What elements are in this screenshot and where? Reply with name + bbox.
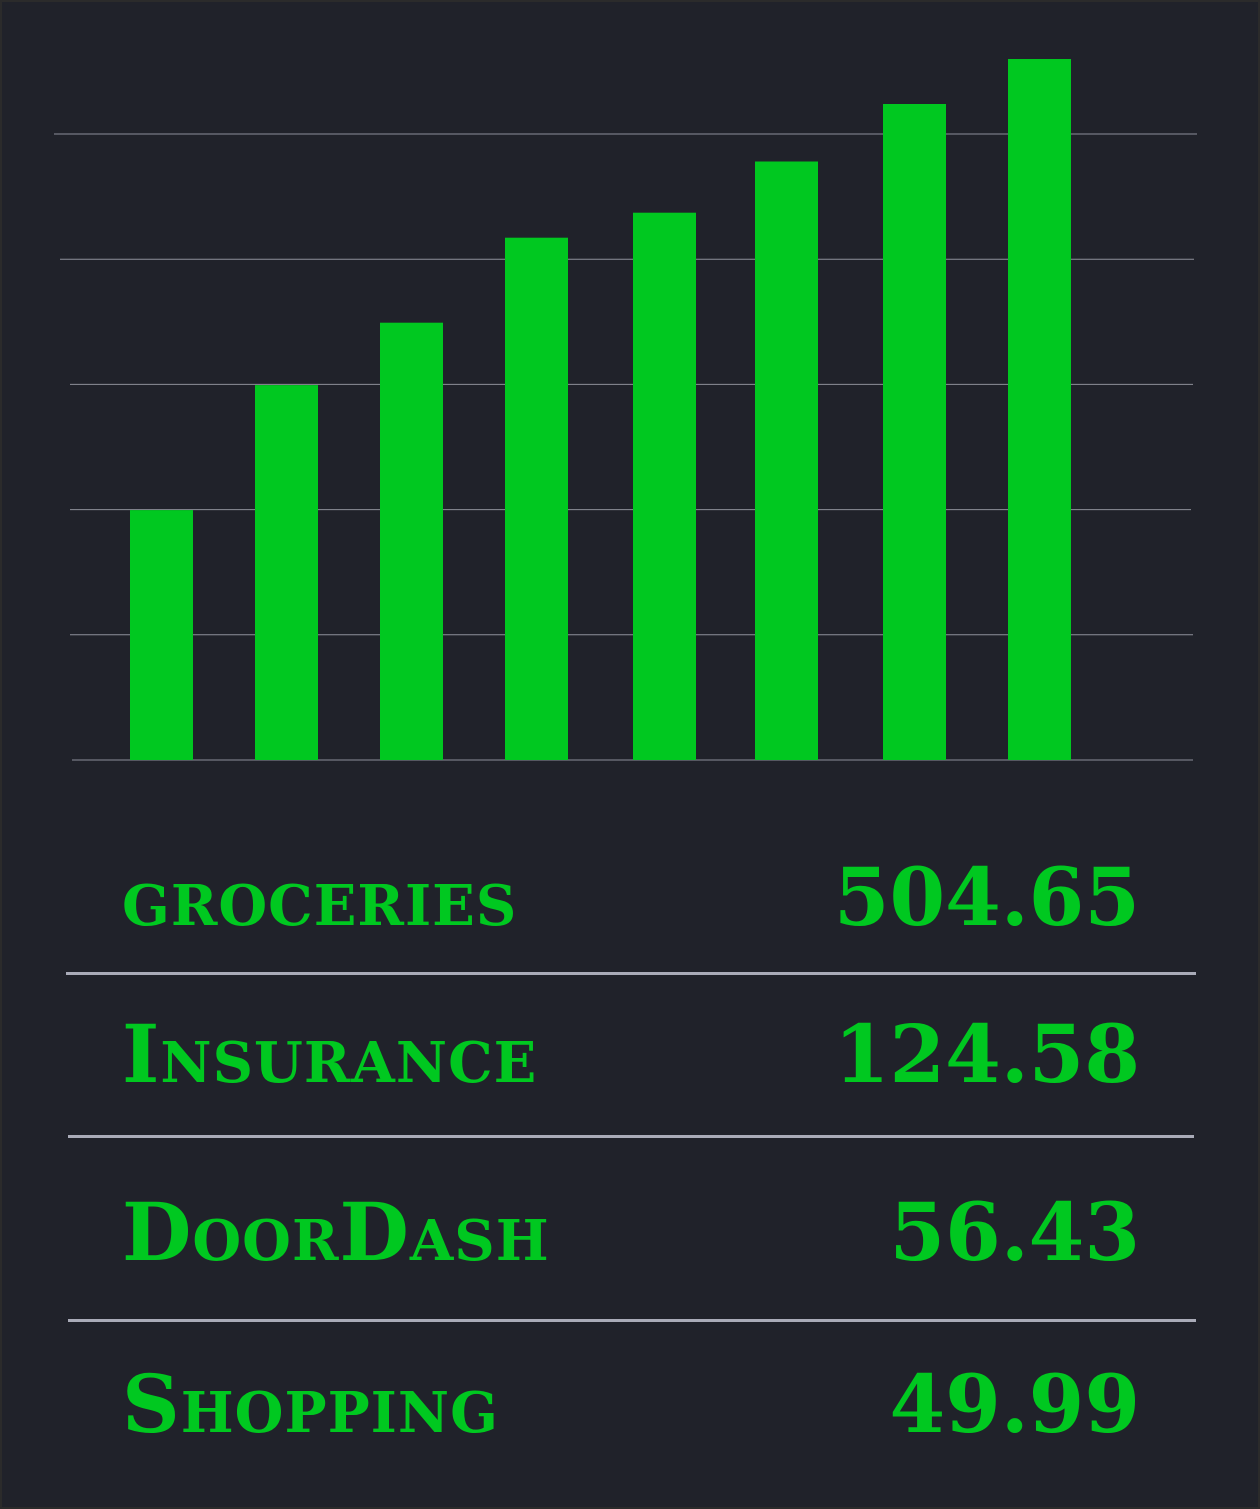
list-item[interactable]: Insurance 124.58 xyxy=(2,1014,1258,1104)
bar-5[interactable] xyxy=(633,212,696,760)
bar-6[interactable] xyxy=(755,161,818,761)
category-label: DoorDash xyxy=(122,1185,550,1279)
row-divider xyxy=(68,1319,1196,1322)
list-item[interactable]: groceries 504.65 xyxy=(2,857,1258,947)
expense-panel: groceries 504.65 Insurance 124.58 DoorDa… xyxy=(2,2,1258,1507)
category-label: groceries xyxy=(122,850,518,944)
amount-value: 504.65 xyxy=(833,850,1140,944)
category-label: Shopping xyxy=(122,1357,499,1451)
spending-bar-chart xyxy=(54,59,1197,761)
list-item[interactable]: DoorDash 56.43 xyxy=(2,1192,1258,1282)
bar-7[interactable] xyxy=(883,104,946,760)
amount-value: 124.58 xyxy=(833,1007,1140,1101)
list-item[interactable]: Shopping 49.99 xyxy=(2,1364,1258,1454)
bar-4[interactable] xyxy=(505,237,568,760)
bar-3[interactable] xyxy=(380,322,443,760)
amount-value: 49.99 xyxy=(889,1357,1140,1451)
row-divider xyxy=(68,1135,1194,1138)
amount-value: 56.43 xyxy=(889,1185,1140,1279)
category-label: Insurance xyxy=(122,1007,538,1101)
bar-2[interactable] xyxy=(255,385,318,760)
bar-1[interactable] xyxy=(130,510,193,760)
row-divider xyxy=(66,972,1196,975)
bar-8[interactable] xyxy=(1008,59,1071,760)
